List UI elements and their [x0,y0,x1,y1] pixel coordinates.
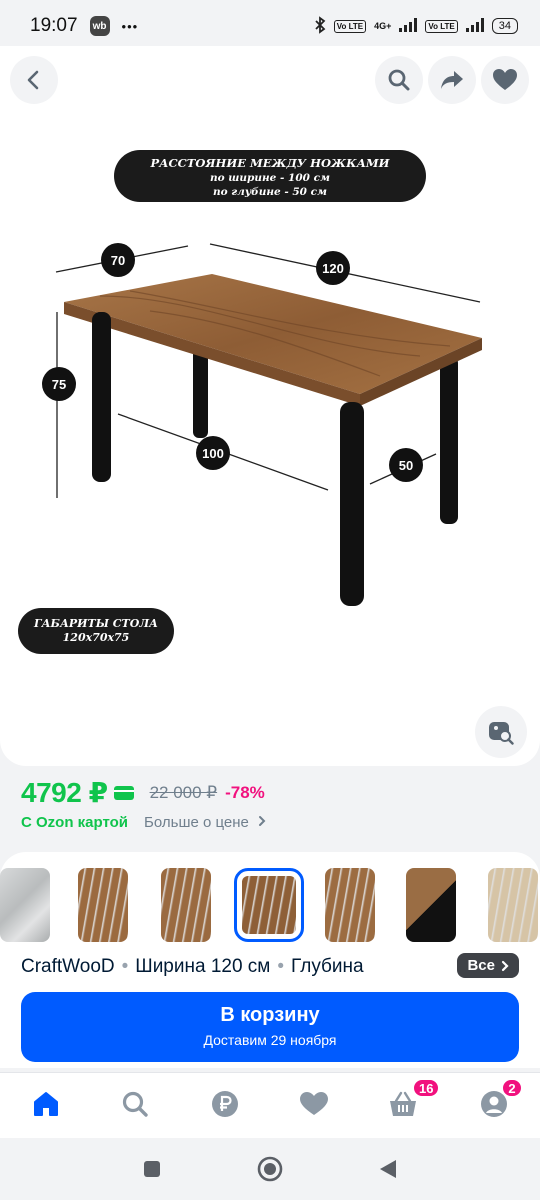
variant-swatch [78,868,128,942]
leg-distance-title: РАССТОЯНИЕ МЕЖДУ НОЖКАМИ [150,156,390,170]
image-search-icon [489,722,514,745]
all-specs-button[interactable]: Все [457,953,519,978]
delivery-date-label: Доставим 29 ноября [203,1032,337,1048]
brand-name: CraftWooD [21,956,115,977]
price-subline: С Ozon картой Больше о цене [21,814,267,831]
favorite-button[interactable] [481,56,529,104]
variant-swatch [0,868,50,942]
variant-thumb-5[interactable] [321,868,379,942]
variant-swatch [242,876,296,934]
add-to-cart-label: В корзину [220,1004,320,1026]
variant-swatch [488,868,538,942]
table-size-title: ГАБАРИТЫ СТОЛА [33,617,159,630]
color-variants [0,868,540,942]
more-notifications-icon: ••• [121,18,139,34]
status-time: 19:07 [30,15,78,36]
cart-count-badge: 16 [412,1078,441,1098]
variant-swatch [325,868,375,942]
variant-swatch [406,868,456,942]
depth-spec: Глубина [291,956,364,977]
width-spec: Ширина 120 см [135,956,271,977]
back-button[interactable] [10,56,58,104]
table-size-label: ГАБАРИТЫ СТОЛА 120х70х75 [18,608,174,654]
triangle-back-icon [380,1160,396,1178]
chevron-right-icon [501,960,509,971]
status-bar: 19:07 wb ••• Vo LTE 4G+ Vo LTE 34 [0,0,540,52]
nav-favorites[interactable] [299,1089,329,1119]
old-price: 22 000 ₽ [149,782,218,802]
variant-thumb-1[interactable] [0,868,54,942]
more-about-price-label: Больше о цене [144,814,249,831]
variant-thumb-6[interactable] [402,868,460,942]
square-icon [144,1161,160,1177]
dim-depth-badge: 70 [101,243,135,277]
dim-leg-depth-badge: 50 [389,448,423,482]
recents-button[interactable] [143,1160,161,1183]
variants-card: CraftWooD • Ширина 120 см • Глубина Все … [0,852,540,1068]
dim-width-badge: 120 [316,251,350,285]
nav-catalog[interactable] [120,1089,150,1119]
variant-thumb-3[interactable] [157,868,215,942]
separator-dot: • [121,956,129,977]
nav-home[interactable] [31,1089,61,1119]
variant-thumb-2[interactable] [74,868,132,942]
home-system-button[interactable] [257,1156,283,1187]
search-icon [122,1091,148,1117]
current-price: 4792 ₽ [21,777,108,808]
back-system-button[interactable] [378,1158,398,1185]
network-4g-label: 4G+ [374,21,392,31]
all-specs-label: Все [467,957,495,974]
product-short-description[interactable]: CraftWooD • Ширина 120 см • Глубина [21,956,521,978]
circle-icon [257,1156,283,1182]
signal-icon-2 [465,17,484,35]
chevron-right-icon [259,816,266,826]
signal-icon [399,17,418,35]
search-button[interactable] [375,56,423,104]
ruble-icon [212,1091,238,1117]
share-button[interactable] [428,56,476,104]
nav-finance[interactable] [210,1089,240,1119]
home-icon [34,1092,58,1116]
leg-distance-width: по ширине - 100 см [210,172,330,184]
dim-leg-width-badge: 100 [196,436,230,470]
table-size-value: 120х70х75 [62,631,130,644]
price-row: 4792 ₽ 22 000 ₽ -78% [21,776,265,809]
wb-app-icon: wb [89,16,110,36]
leg-distance-depth: по глубине - 50 см [212,186,328,198]
add-to-cart-button[interactable]: В корзину Доставим 29 ноября [21,992,519,1062]
heart-icon [300,1092,328,1115]
leg-distance-label: РАССТОЯНИЕ МЕЖДУ НОЖКАМИ по ширине - 100… [114,150,426,202]
system-navigation-bar [0,1138,540,1200]
ozon-card-icon [113,785,134,800]
volte-icon: Vo LTE [333,19,367,33]
ozon-card-label: С Ozon картой [21,814,129,831]
search-icon [388,69,410,91]
variant-thumb-7[interactable] [484,868,540,942]
variant-thumb-selected[interactable] [234,868,304,942]
bluetooth-icon [314,15,326,37]
heart-icon [493,69,517,90]
discount-badge: -78% [225,782,265,802]
product-image-card[interactable]: РАССТОЯНИЕ МЕЖДУ НОЖКАМИ по ширине - 100… [0,46,540,766]
variant-swatch [161,868,211,942]
dim-height-badge: 75 [42,367,76,401]
volte-icon-2: Vo LTE [425,19,458,33]
share-icon [441,71,463,89]
chevron-left-icon [27,70,39,90]
image-search-button[interactable] [475,706,527,758]
battery-icon: 34 [491,18,518,34]
profile-notification-badge: 2 [501,1078,523,1098]
more-about-price-link[interactable]: Больше о цене [144,814,267,831]
bottom-navigation: 16 2 [0,1072,540,1138]
separator-dot: • [277,956,285,977]
